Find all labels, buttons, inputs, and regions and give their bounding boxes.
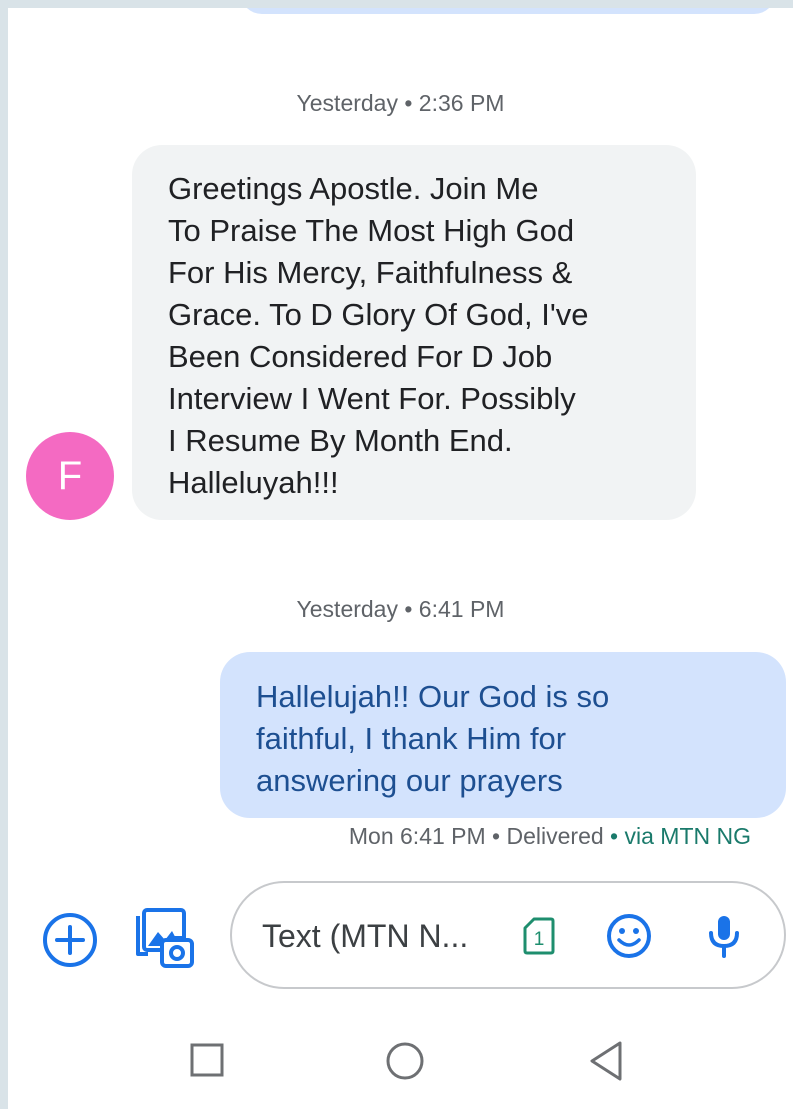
sim-slot-number: 1 bbox=[534, 929, 545, 950]
square-icon[interactable] bbox=[190, 1043, 224, 1077]
delivery-status: Mon 6:41 PM • Delivered • via MTN NG bbox=[349, 823, 751, 850]
previous-message-bubble[interactable] bbox=[240, 8, 776, 14]
message-composer: 1 bbox=[230, 881, 786, 989]
sim-card-icon[interactable]: 1 bbox=[522, 916, 556, 956]
emoji-icon[interactable] bbox=[606, 913, 652, 959]
messages-screen: Yesterday • 2:36 PM F Greetings Apostle.… bbox=[8, 8, 793, 1109]
carrier-label: • via MTN NG bbox=[603, 823, 751, 849]
circle-icon[interactable] bbox=[385, 1041, 425, 1081]
triangle-back-icon[interactable] bbox=[588, 1040, 624, 1082]
plus-circle-icon[interactable] bbox=[41, 911, 99, 969]
message-input[interactable] bbox=[262, 912, 492, 960]
contact-avatar[interactable]: F bbox=[26, 432, 114, 520]
microphone-icon[interactable] bbox=[702, 913, 746, 959]
gallery-icon[interactable] bbox=[132, 906, 196, 970]
message-timestamp: Yesterday • 6:41 PM bbox=[296, 596, 505, 622]
incoming-message-bubble[interactable]: Greetings Apostle. Join Me To Praise The… bbox=[132, 145, 696, 520]
message-timestamp: Yesterday • 2:36 PM bbox=[296, 90, 505, 116]
outgoing-message-bubble[interactable]: Hallelujah!! Our God is so faithful, I t… bbox=[220, 652, 786, 818]
delivery-status-text: Mon 6:41 PM • Delivered bbox=[348, 823, 604, 849]
